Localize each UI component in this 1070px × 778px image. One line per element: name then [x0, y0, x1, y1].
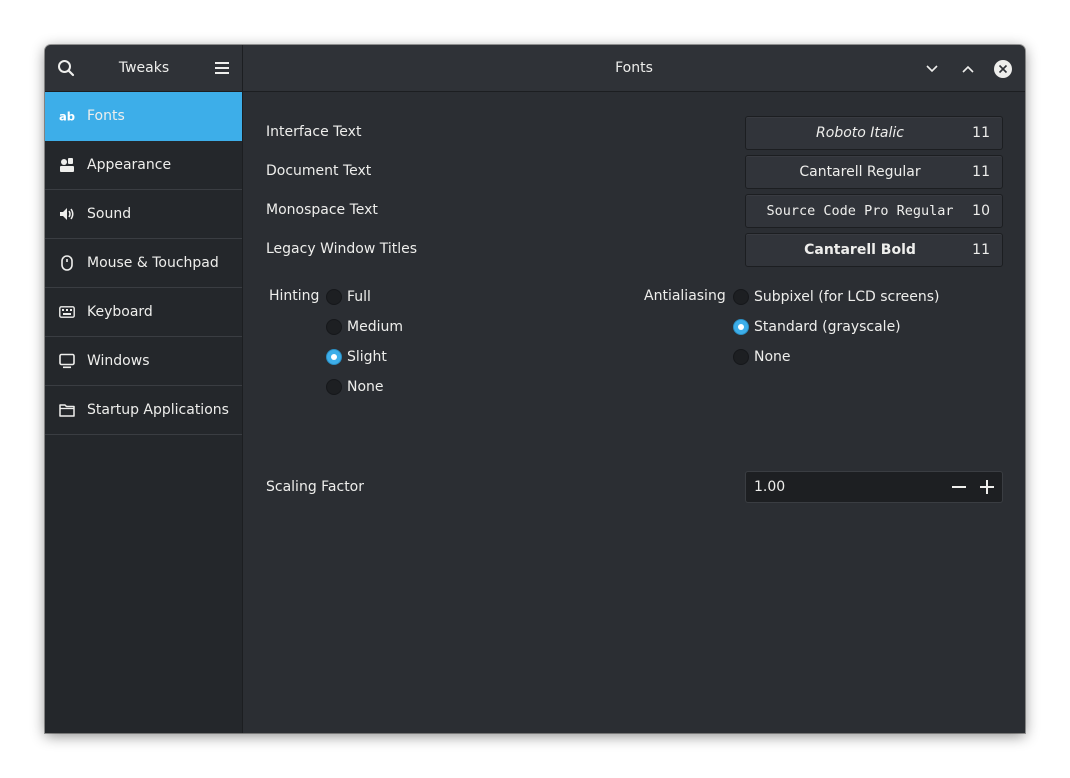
font-name: Cantarell Bold — [804, 242, 916, 258]
maximize-button[interactable] — [958, 59, 978, 79]
folder-icon — [59, 402, 75, 418]
increment-button[interactable] — [973, 472, 1001, 502]
scaling-value[interactable]: 1.00 — [754, 479, 785, 495]
radio-label: Standard (grayscale) — [754, 319, 901, 335]
headerbar: Tweaks Fonts — [45, 45, 1025, 92]
fonts-panel: Interface Text Roboto Italic 11 Document… — [244, 92, 1025, 733]
radio-dot — [326, 379, 342, 395]
sidebar-item-label: Keyboard — [87, 304, 153, 320]
sidebar-item-mouse-touchpad[interactable]: Mouse & Touchpad — [45, 239, 242, 288]
sidebar-item-startup-applications[interactable]: Startup Applications — [45, 386, 242, 435]
interface-text-label: Interface Text — [266, 124, 362, 140]
plus-icon — [980, 480, 994, 494]
font-size: 11 — [972, 164, 990, 180]
hamburger-menu-icon[interactable] — [212, 58, 232, 78]
font-name: Roboto Italic — [816, 125, 904, 141]
radio-dot — [733, 349, 749, 365]
radio-dot — [326, 319, 342, 335]
sidebar-item-label: Appearance — [87, 157, 172, 173]
radio-label: Medium — [347, 319, 403, 335]
monospace-font-button[interactable]: Source Code Pro Regular 10 — [745, 194, 1003, 228]
page-title: Fonts — [615, 60, 653, 76]
sidebar-item-label: Windows — [87, 353, 150, 369]
sidebar-item-appearance[interactable]: Appearance — [45, 141, 242, 190]
radio-dot — [733, 289, 749, 305]
scaling-factor-spinbutton[interactable]: 1.00 — [745, 471, 1003, 503]
svg-text:ab: ab — [59, 109, 75, 123]
monitor-icon — [59, 353, 75, 369]
close-button[interactable] — [993, 59, 1013, 79]
sidebar-item-fonts[interactable]: ab Fonts — [45, 92, 242, 141]
radio-label: None — [347, 379, 384, 395]
sidebar-item-label: Sound — [87, 206, 132, 222]
minus-icon — [952, 486, 966, 488]
antialiasing-none-radio[interactable]: None — [733, 349, 791, 365]
close-icon — [994, 60, 1012, 78]
radio-label: None — [754, 349, 791, 365]
sidebar-item-sound[interactable]: Sound — [45, 190, 242, 239]
keyboard-icon — [59, 304, 75, 320]
tweaks-window: Tweaks Fonts ab Fonts Appearance Sound M… — [45, 45, 1025, 733]
hinting-medium-radio[interactable]: Medium — [326, 319, 403, 335]
chevron-down-icon — [926, 65, 938, 73]
sidebar-item-label: Startup Applications — [87, 402, 229, 418]
radio-label: Full — [347, 289, 371, 305]
document-font-button[interactable]: Cantarell Regular 11 — [745, 155, 1003, 189]
legacy-font-button[interactable]: Cantarell Bold 11 — [745, 233, 1003, 267]
hinting-slight-radio[interactable]: Slight — [326, 349, 387, 365]
sidebar: ab Fonts Appearance Sound Mouse & Touchp… — [45, 92, 243, 733]
sidebar-item-windows[interactable]: Windows — [45, 337, 242, 386]
font-size: 10 — [972, 203, 990, 219]
mouse-icon — [59, 255, 75, 271]
minimize-button[interactable] — [922, 59, 942, 79]
radio-dot — [326, 349, 342, 365]
radio-label: Subpixel (for LCD screens) — [754, 289, 940, 305]
antialiasing-label: Antialiasing — [644, 288, 726, 304]
antialiasing-subpixel-radio[interactable]: Subpixel (for LCD screens) — [733, 289, 940, 305]
decrement-button[interactable] — [945, 472, 973, 502]
sidebar-item-label: Mouse & Touchpad — [87, 255, 219, 271]
hinting-label: Hinting — [269, 288, 320, 304]
font-name: Source Code Pro Regular — [766, 203, 954, 219]
sidebar-item-keyboard[interactable]: Keyboard — [45, 288, 242, 337]
sidebar-header: Tweaks — [45, 45, 243, 92]
font-name: Cantarell Regular — [799, 164, 921, 180]
scaling-factor-label: Scaling Factor — [266, 479, 365, 495]
interface-font-button[interactable]: Roboto Italic 11 — [745, 116, 1003, 150]
appearance-icon — [59, 157, 75, 173]
monospace-text-label: Monospace Text — [266, 202, 378, 218]
radio-label: Slight — [347, 349, 387, 365]
document-text-label: Document Text — [266, 163, 372, 179]
font-size: 11 — [972, 242, 990, 258]
radio-dot — [733, 319, 749, 335]
speaker-icon — [59, 206, 75, 222]
hinting-none-radio[interactable]: None — [326, 379, 384, 395]
font-size: 11 — [972, 125, 990, 141]
font-ab-icon: ab — [59, 108, 75, 124]
antialiasing-standard-radio[interactable]: Standard (grayscale) — [733, 319, 901, 335]
hinting-full-radio[interactable]: Full — [326, 289, 371, 305]
radio-dot — [326, 289, 342, 305]
chevron-up-icon — [962, 65, 974, 73]
sidebar-item-label: Fonts — [87, 108, 125, 124]
legacy-window-titles-label: Legacy Window Titles — [266, 241, 418, 257]
